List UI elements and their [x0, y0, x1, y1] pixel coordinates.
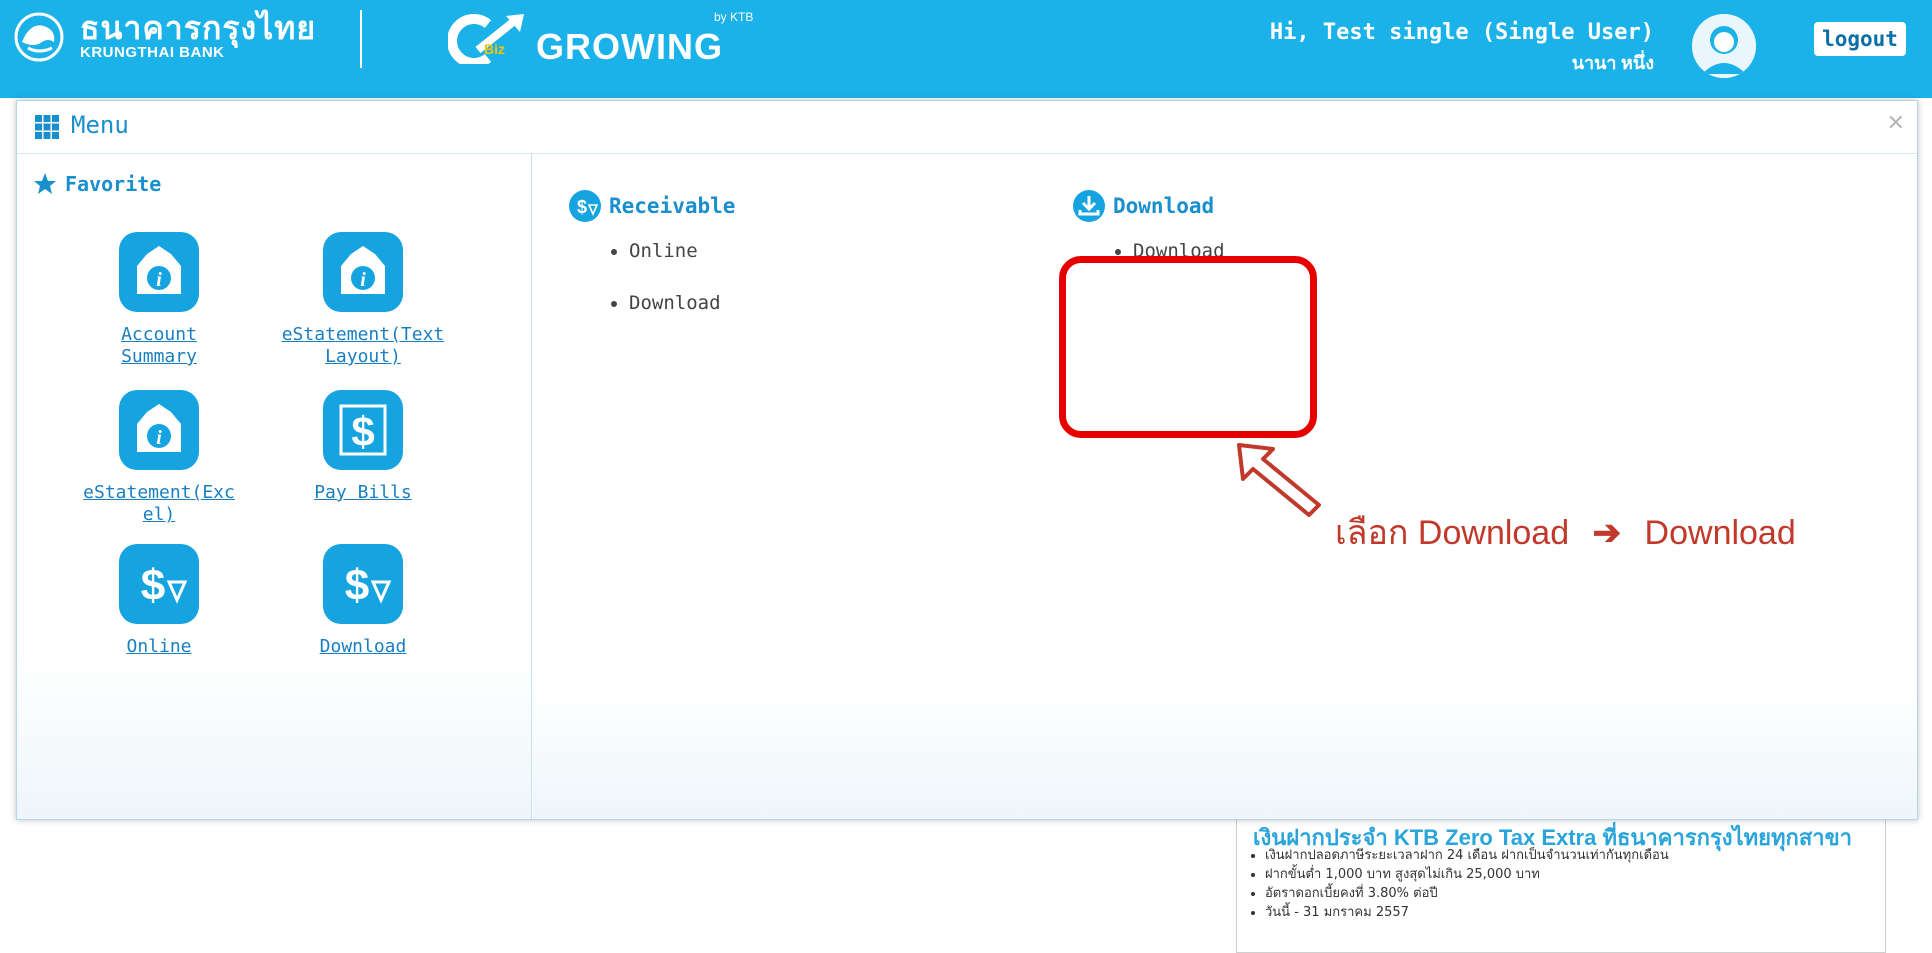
dollar-receive-icon: $	[119, 544, 199, 624]
biz-growing-logo: Biz GROWING by KTB	[448, 6, 788, 67]
svg-text:i: i	[156, 269, 162, 291]
download-icon	[1073, 190, 1105, 222]
menu-categories: $ Receivable Online Download	[533, 154, 1917, 819]
promo-bullet: เงินฝากปลอดภาษีระยะเวลาฝาก 24 เดือน ฝากเ…	[1265, 846, 1669, 865]
grid-menu-icon	[35, 115, 59, 139]
annotation-instruction: เลือก Download ➔ Download	[1335, 505, 1796, 559]
close-icon[interactable]: ✕	[1887, 111, 1905, 136]
brand-by: by KTB	[714, 10, 754, 24]
bank-logo[interactable]: ธนาคารกรุงไทย KRUNGTHAI BANK	[8, 12, 316, 62]
brand-word: GROWING	[536, 26, 723, 67]
favorite-item-label: Pay Bills	[314, 482, 412, 503]
avatar[interactable]	[1692, 14, 1756, 78]
header-divider	[360, 10, 362, 68]
user-greeting: Hi, Test single (Single User) นานา หนึ่ง	[1270, 18, 1654, 76]
category-title: Receivable	[609, 194, 736, 218]
promo-bullet: ฝากขั้นต่ำ 1,000 บาท สูงสุดไม่เกิน 25,00…	[1265, 865, 1669, 884]
favorite-label: Favorite	[65, 172, 162, 196]
favorite-item-label: Online	[126, 636, 192, 657]
favorite-item-label: eStatement(Text Layout)	[281, 324, 445, 367]
dollar-receive-icon: $	[569, 190, 601, 222]
growth-arrow-icon: Biz	[448, 14, 524, 64]
user-thai-name: นานา หนึ่ง	[1571, 53, 1654, 73]
svg-text:$: $	[351, 408, 374, 455]
favorite-header: Favorite	[33, 172, 161, 196]
bank-name-english: KRUNGTHAI BANK	[80, 44, 225, 61]
menu-title: Menu	[71, 111, 129, 139]
svg-text:$: $	[141, 561, 165, 610]
annotation-step2: Download	[1644, 514, 1796, 552]
promo-bullet: อัตราดอกเบี้ยคงที่ 3.80% ต่อปี	[1265, 884, 1669, 903]
favorite-item-estatement-excel[interactable]: i eStatement(Excel)	[59, 390, 259, 526]
arrow-right-icon: ➔	[1592, 514, 1622, 552]
annotation-step1: Download	[1417, 514, 1570, 552]
favorite-item-estatement-text[interactable]: i eStatement(Text Layout)	[263, 232, 463, 368]
top-header: ธนาคารกรุงไทย KRUNGTHAI BANK Biz GROWING…	[0, 0, 1932, 98]
menu-item-online[interactable]: Online	[629, 240, 735, 262]
promo-list: เงินฝากปลอดภาษีระยะเวลาฝาก 24 เดือน ฝากเ…	[1251, 846, 1669, 922]
logout-button[interactable]: logout	[1814, 22, 1906, 56]
annotation-select: เลือก	[1335, 514, 1409, 552]
promo-bullet: วันนี้ - 31 มกราคม 2557	[1265, 903, 1669, 922]
svg-text:i: i	[156, 427, 162, 449]
annotation-highlight-box	[1059, 256, 1317, 438]
category-header[interactable]: $ Receivable	[569, 190, 735, 222]
bank-name-thai: ธนาคารกรุงไทย	[80, 10, 317, 46]
menu-item-download[interactable]: Download	[629, 292, 735, 314]
info-document-icon: i	[119, 390, 199, 470]
promo-banner[interactable]: เงินฝากประจำ KTB Zero Tax Extra ที่ธนาคา…	[1236, 806, 1886, 953]
star-icon	[34, 173, 56, 194]
favorite-item-label: Download	[319, 636, 407, 657]
svg-text:$: $	[345, 561, 369, 610]
dollar-receive-icon: $	[323, 544, 403, 624]
category-list: Online Download	[569, 240, 735, 314]
category-header[interactable]: Download	[1073, 190, 1225, 222]
category-title: Download	[1113, 194, 1215, 218]
favorite-item-online[interactable]: $ Online	[59, 544, 259, 658]
menu-modal: Menu ✕ Favorite i Account Summary i eSta…	[16, 100, 1918, 820]
svg-text:$: $	[577, 197, 587, 217]
info-document-icon: i	[119, 232, 199, 312]
favorite-item-account-summary[interactable]: i Account Summary	[59, 232, 259, 368]
krungthai-bird-logo-icon	[14, 12, 64, 62]
brand-tag: Biz	[484, 41, 505, 57]
favorite-panel: Favorite i Account Summary i eStatement(…	[17, 154, 532, 819]
user-avatar-icon	[1692, 14, 1756, 78]
info-document-icon: i	[323, 232, 403, 312]
favorite-item-download[interactable]: $ Download	[263, 544, 463, 658]
dollar-bill-icon: $	[323, 390, 403, 470]
favorite-item-label: eStatement(Excel)	[83, 482, 235, 525]
arrow-up-left-icon	[1237, 443, 1321, 517]
category-receivable: $ Receivable Online Download	[569, 190, 735, 344]
svg-text:i: i	[360, 269, 366, 291]
greeting-text: Hi, Test single (Single User)	[1269, 20, 1654, 45]
menu-header: Menu ✕	[17, 101, 1917, 154]
favorite-item-label: Account Summary	[121, 324, 197, 367]
favorite-item-pay-bills[interactable]: $ Pay Bills	[263, 390, 463, 504]
